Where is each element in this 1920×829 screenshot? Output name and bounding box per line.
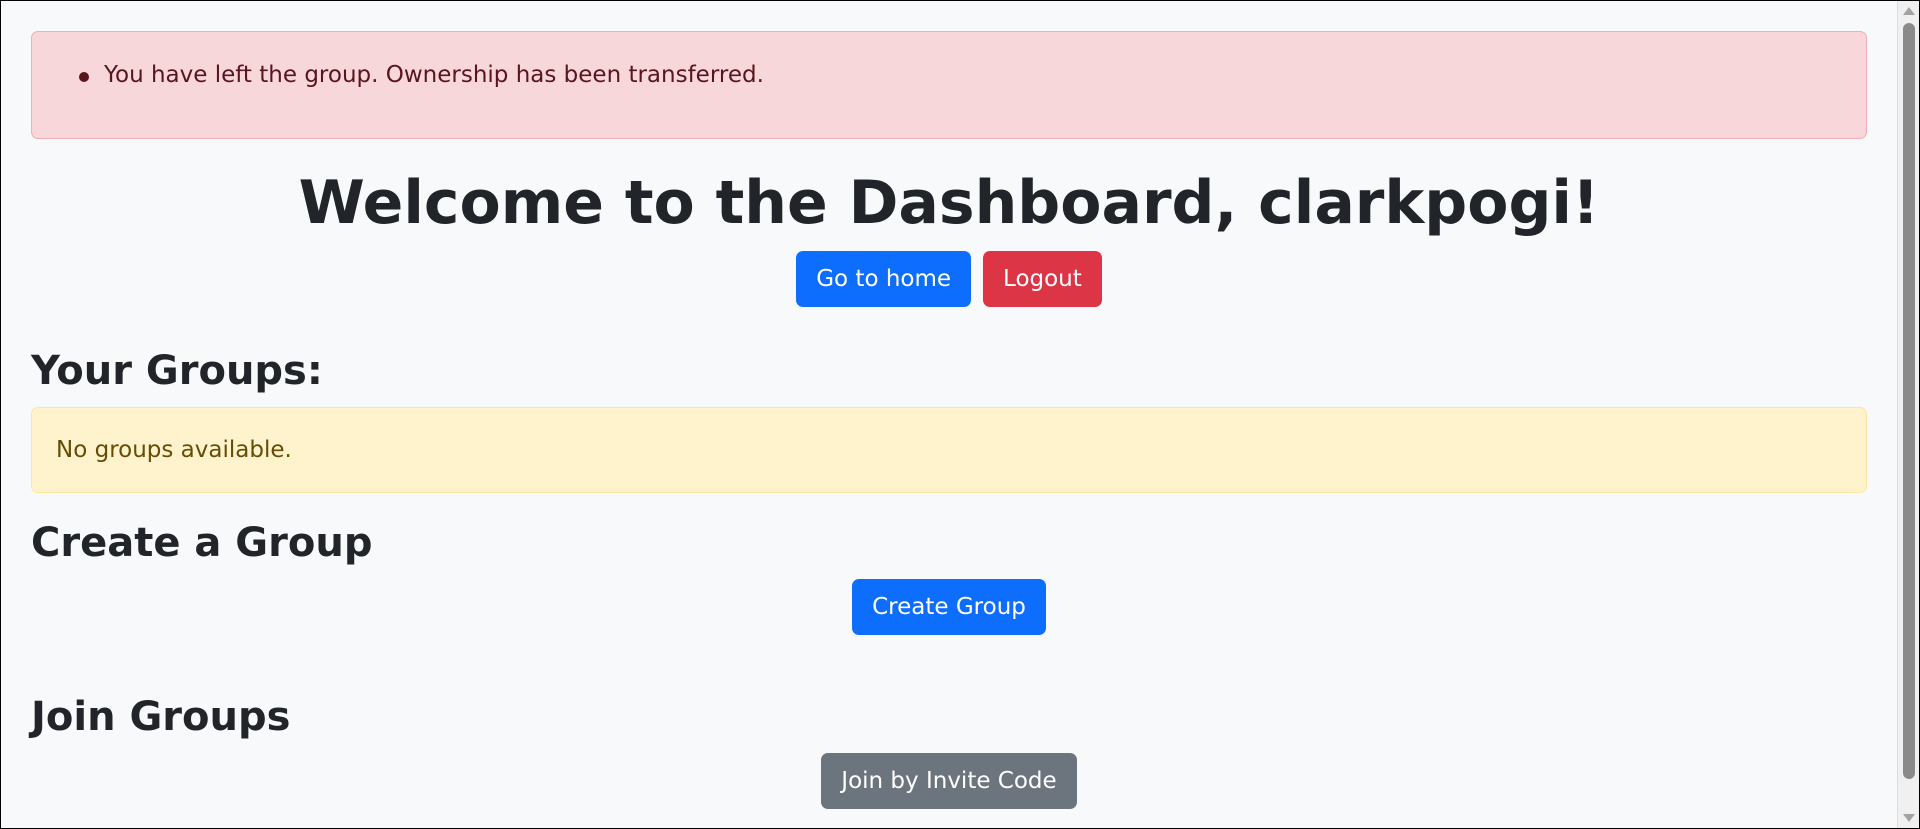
go-home-button[interactable]: Go to home xyxy=(796,251,972,307)
alert-list: You have left the group. Ownership has b… xyxy=(79,62,764,88)
alert-message: You have left the group. Ownership has b… xyxy=(104,62,764,88)
logout-button[interactable]: Logout xyxy=(983,251,1102,307)
no-groups-message: No groups available. xyxy=(56,437,292,463)
create-group-button[interactable]: Create Group xyxy=(852,579,1046,635)
scroll-thumb[interactable] xyxy=(1903,23,1915,779)
dashboard-page: You have left the group. Ownership has b… xyxy=(1,1,1897,828)
scroll-up-icon[interactable] xyxy=(1903,7,1915,15)
alert-item: You have left the group. Ownership has b… xyxy=(79,62,764,88)
join-groups-heading: Join Groups xyxy=(31,694,291,740)
your-groups-heading: Your Groups: xyxy=(31,348,323,394)
scroll-down-icon[interactable] xyxy=(1903,814,1915,822)
alert-danger: You have left the group. Ownership has b… xyxy=(31,31,1867,139)
create-group-heading: Create a Group xyxy=(31,520,373,566)
bullet-icon xyxy=(79,72,89,82)
page-title: Welcome to the Dashboard, clarkpogi! xyxy=(298,168,1600,238)
join-group-row: Join by Invite Code xyxy=(31,753,1867,809)
no-groups-alert: No groups available. xyxy=(31,407,1867,493)
join-invite-button[interactable]: Join by Invite Code xyxy=(821,753,1077,809)
header-actions: Go to home Logout xyxy=(31,251,1867,307)
vertical-scrollbar[interactable] xyxy=(1897,1,1919,828)
create-group-row: Create Group xyxy=(31,579,1867,635)
